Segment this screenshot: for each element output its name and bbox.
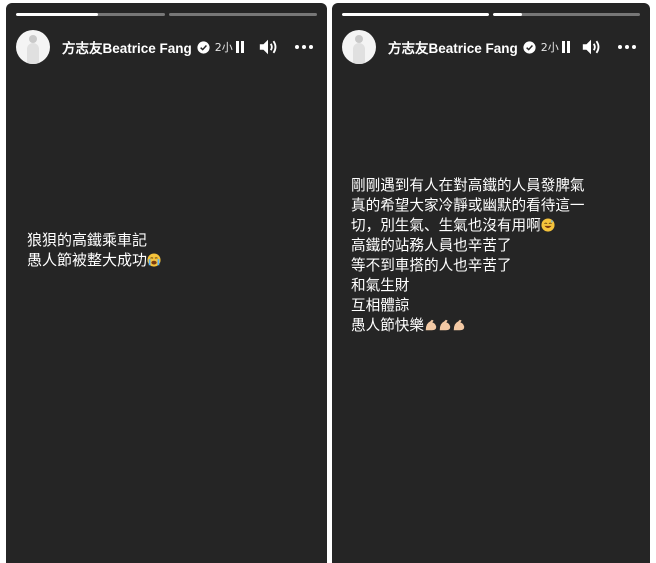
pause-icon[interactable] [561, 41, 571, 53]
author-avatar[interactable] [16, 30, 50, 64]
story-text-line: 真的希望大家冷靜或幽默的看待這一 [351, 197, 585, 214]
grinning-sweat-face-icon [541, 218, 555, 232]
story-text-line: 剛剛遇到有人在對高鐵的人員發脾氣 [351, 177, 585, 194]
crying-face-icon [147, 253, 161, 267]
flexed-biceps-icon [425, 319, 437, 331]
story-text-line: 狼狽的高鐵乘車記 [27, 231, 148, 249]
stories-viewer: 方志友Beatrice Fang 2小 狼狽的高鐵乘車記 愚人節被整大成功 方志… [0, 0, 656, 563]
post-time: 2小 [214, 41, 233, 54]
story-text-line: 互相體諒 [351, 297, 410, 314]
story-progress-bar [16, 13, 317, 16]
more-options-icon[interactable] [295, 44, 313, 50]
pause-icon[interactable] [235, 41, 245, 53]
verified-badge-icon [197, 40, 210, 54]
more-options-icon[interactable] [618, 44, 636, 50]
author-name[interactable]: 方志友Beatrice Fang [62, 37, 192, 57]
progress-segment [168, 13, 317, 16]
progress-segment [493, 13, 640, 16]
story-text-line: 愚人節快樂 [351, 316, 585, 336]
sound-icon[interactable] [580, 37, 602, 57]
progress-segment [342, 13, 489, 16]
story-header: 方志友Beatrice Fang 2小 [16, 27, 317, 67]
flexed-biceps-icon [453, 319, 465, 331]
story-card-1[interactable]: 方志友Beatrice Fang 2小 狼狽的高鐵乘車記 愚人節被整大成功 [6, 3, 327, 563]
verified-badge-icon [523, 40, 536, 54]
sound-icon[interactable] [257, 37, 279, 57]
story-text: 剛剛遇到有人在對高鐵的人員發脾氣 真的希望大家冷靜或幽默的看待這一 切，別生氣、… [351, 176, 585, 336]
progress-segment [16, 13, 165, 16]
story-text-line: 愚人節被整大成功 [27, 250, 161, 270]
story-header: 方志友Beatrice Fang 2小 [342, 27, 640, 67]
story-text-line: 和氣生財 [351, 277, 410, 294]
flexed-biceps-icon [439, 319, 451, 331]
story-text-line: 切，別生氣、生氣也沒有用啊 [351, 216, 585, 236]
story-text-line: 高鐵的站務人員也辛苦了 [351, 237, 512, 254]
story-text: 狼狽的高鐵乘車記 愚人節被整大成功 [27, 230, 161, 270]
post-time: 2小 [540, 41, 559, 54]
story-text-line: 等不到車搭的人也辛苦了 [351, 257, 512, 274]
author-name[interactable]: 方志友Beatrice Fang [388, 37, 518, 57]
story-card-2[interactable]: 方志友Beatrice Fang 2小 剛剛遇到有人在對高鐵的人員發脾氣 真的希… [332, 3, 650, 563]
author-avatar[interactable] [342, 30, 376, 64]
story-progress-bar [342, 13, 640, 16]
